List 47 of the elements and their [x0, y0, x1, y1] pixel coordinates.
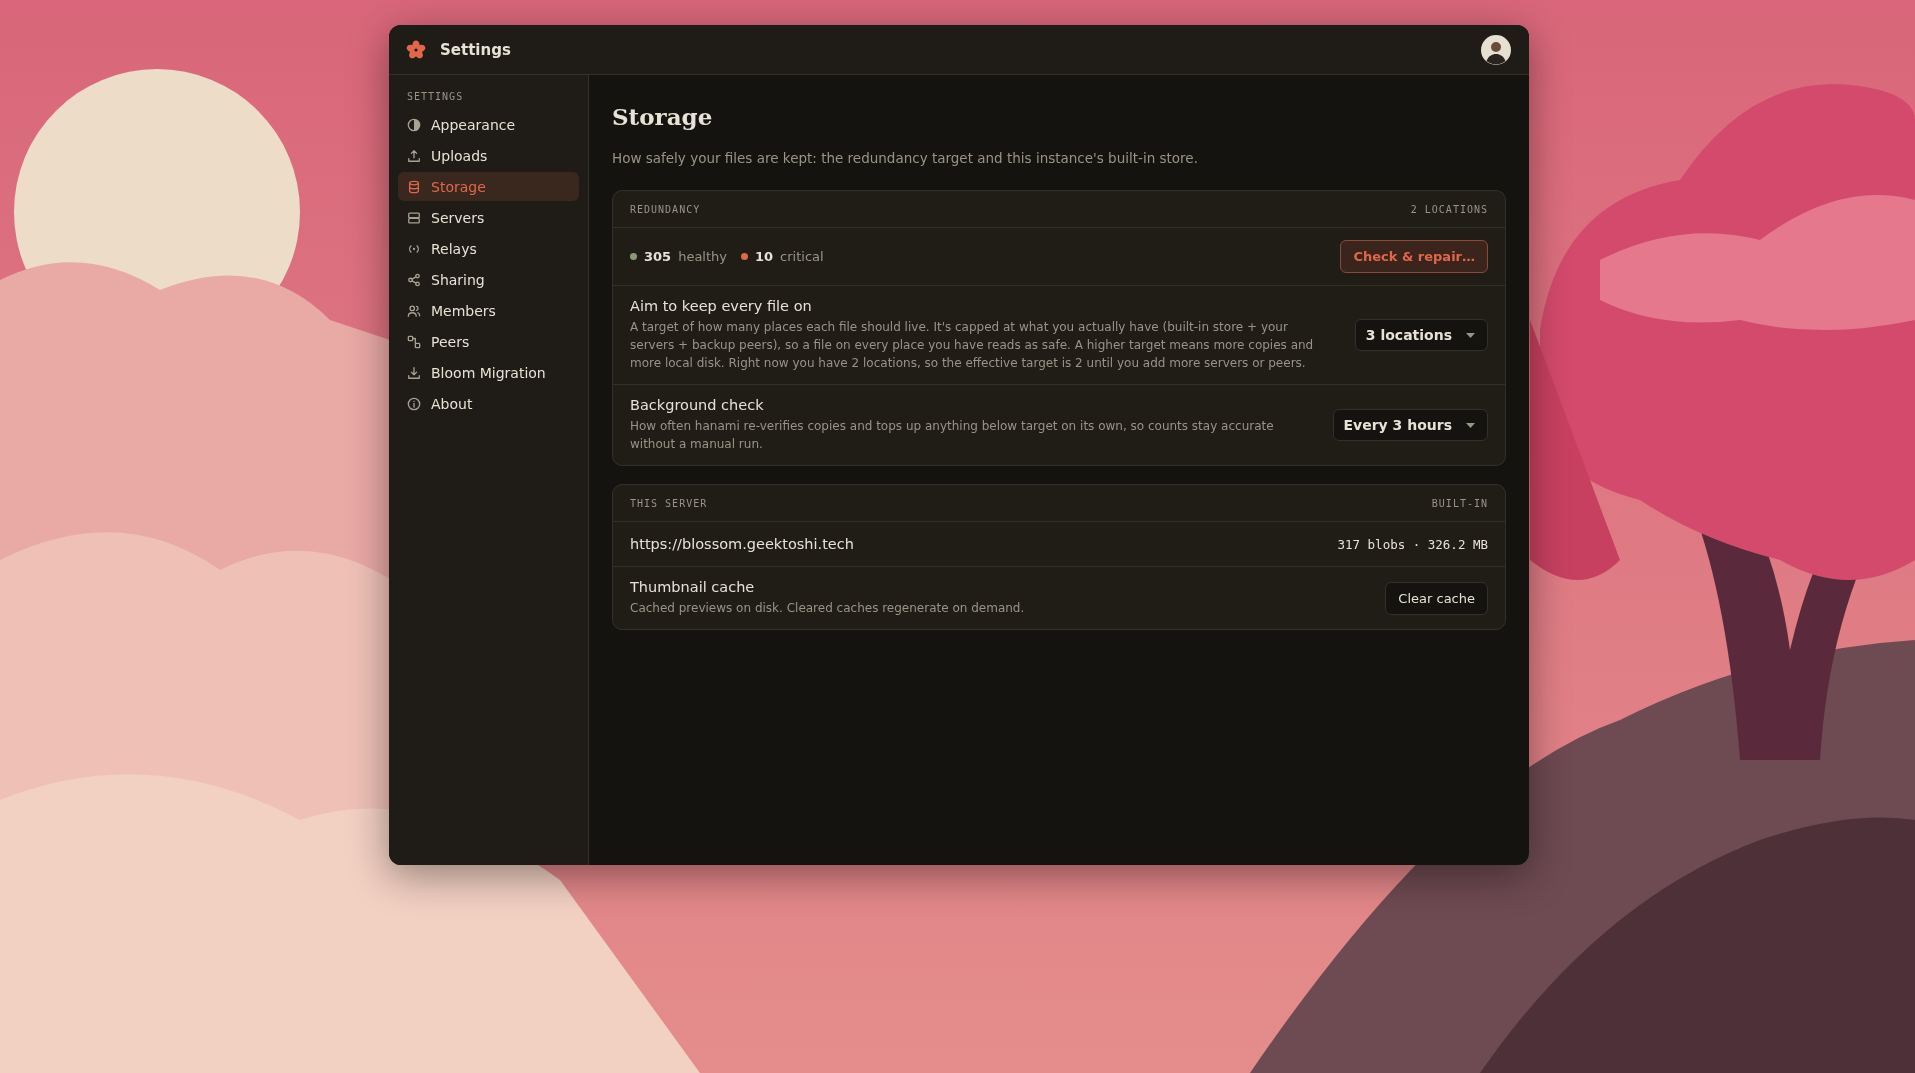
sidebar-item[interactable]: Appearance	[398, 110, 579, 139]
upload-icon	[407, 148, 421, 163]
share-icon	[407, 272, 421, 287]
sidebar-item[interactable]: Storage	[398, 172, 579, 201]
app-title: Settings	[440, 40, 512, 59]
sidebar-heading: SETTINGS	[406, 91, 465, 104]
sidebar-item[interactable]: Uploads	[398, 141, 579, 170]
sidebar-item[interactable]: Members	[398, 296, 579, 325]
contrast-icon	[407, 117, 421, 132]
sidebar-item[interactable]: About	[398, 389, 579, 418]
dropdown[interactable]: 3 locations	[1354, 319, 1488, 351]
dropdown[interactable]: Every 3 hours	[1332, 409, 1488, 441]
caret-icon	[1466, 332, 1475, 338]
sidebar-item[interactable]: Servers	[398, 203, 579, 232]
sidebar-item[interactable]: Peers	[398, 327, 579, 356]
stat-count: 305	[644, 249, 672, 264]
flower-icon	[406, 39, 426, 60]
download-icon	[407, 365, 421, 380]
people-icon	[407, 303, 421, 318]
caret-icon	[1466, 422, 1475, 428]
storage-usage: 317 blobs · 326.2 MB	[1337, 536, 1488, 552]
page-description: How safely your files are kept: the redundancy target and this instance's built-in store.	[612, 150, 1199, 166]
clear-cache-button[interactable]: Clear cache	[1385, 581, 1488, 615]
sidebar-item[interactable]: Sharing	[398, 265, 579, 294]
nodes-icon	[407, 334, 421, 349]
stat-label: healthy	[678, 249, 727, 264]
setting-title: Aim to keep every file on	[630, 298, 813, 314]
setting-title: Background check	[630, 397, 765, 413]
setting-description: Cached previews on disk. Cleared caches regenerate on demand.	[630, 600, 1026, 617]
sidebar-item[interactable]: Relays	[398, 234, 579, 263]
database-icon	[407, 179, 421, 194]
server-url: https://blossom.geektoshi.tech	[630, 536, 855, 552]
setting-description: How often hanami re-verifies copies and tops up anything below target on its own, so counts stay accurate without a manual run.	[630, 418, 1275, 453]
server-icon	[407, 210, 421, 225]
section-meta-label: 2 LOCATIONS	[1410, 203, 1488, 215]
sidebar-item[interactable]: Bloom Migration	[398, 358, 579, 387]
section-meta-label: BUILT-IN	[1431, 497, 1488, 509]
stat-count: 10	[755, 249, 774, 264]
stat-label: critical	[780, 249, 824, 264]
section-heading: REDUNDANCY	[630, 203, 701, 215]
page-title: Storage	[612, 103, 714, 130]
repair-button[interactable]: Check & repair…	[1340, 240, 1488, 273]
setting-title: Thumbnail cache	[630, 579, 756, 595]
avatar[interactable]	[1481, 34, 1511, 65]
setting-description: A target of how many places each file should live. It's capped at what you actually have (built-in store + your servers + backup peers), so a file on every place you have reads as safe. A higher target means more copies and more local disk. Right now you have 2 locations, so the effective target is 2 until you add more servers or peers.	[630, 319, 1315, 372]
info-icon	[407, 396, 421, 411]
section-heading: THIS SERVER	[630, 497, 708, 509]
